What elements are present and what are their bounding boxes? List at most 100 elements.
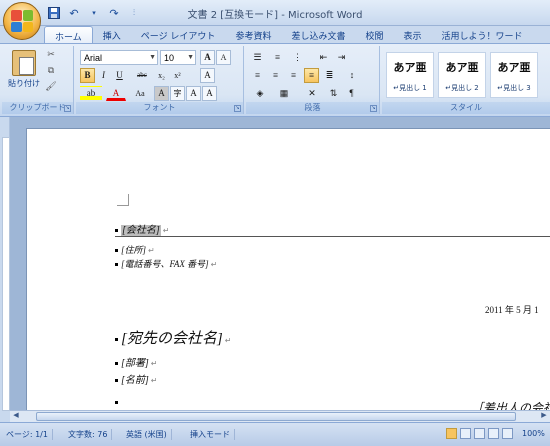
align-left-icon[interactable]: ≡: [250, 68, 265, 83]
character-border-button[interactable]: A: [202, 86, 217, 101]
increase-indent-icon[interactable]: ⇥: [334, 50, 349, 65]
address-field[interactable]: [住所]: [121, 245, 146, 255]
address-line[interactable]: [住所] ↵: [115, 243, 155, 256]
draft-view-icon[interactable]: [502, 428, 513, 439]
department-field[interactable]: [部署]: [121, 358, 149, 369]
font-color-button[interactable]: A: [106, 86, 126, 101]
tab-page-layout[interactable]: ページ レイアウト: [131, 26, 226, 44]
multilevel-list-icon[interactable]: ⋮: [290, 50, 305, 65]
justify-icon[interactable]: ≡: [304, 68, 319, 83]
show-marks-icon[interactable]: ¶: [344, 86, 359, 101]
style-name: ↵見出し 2: [445, 84, 479, 92]
office-button[interactable]: [3, 2, 41, 40]
styles-group: あア亜 ↵見出し 1 あア亜 ↵見出し 2 あア亜 ↵見出し 3 スタイル: [382, 46, 550, 114]
tab-references[interactable]: 参考資料: [225, 26, 281, 44]
tab-mailings[interactable]: 差し込み文書: [281, 26, 355, 44]
outline-view-icon[interactable]: [488, 428, 499, 439]
page-indicator[interactable]: ページ: 1/1: [2, 429, 53, 440]
font-group: Arial ▼ 10 ▼ A A B I U abc x₂ x² A ab A Aa…: [76, 46, 244, 114]
highlight-button[interactable]: ab: [80, 86, 102, 101]
copy-icon[interactable]: ⧉: [44, 66, 58, 80]
style-heading-2[interactable]: あア亜 ↵見出し 2: [438, 52, 486, 98]
ribbon: 貼り付け ✂ ⧉ 🖌 クリップボード ↘ Arial ▼ 10 ▼ A A B I …: [0, 43, 550, 117]
change-case-button[interactable]: Aa: [130, 86, 150, 101]
borders-icon[interactable]: ▦: [274, 86, 294, 101]
paragraph-mark: ↵: [210, 260, 218, 269]
scroll-thumb[interactable]: [36, 412, 516, 421]
company-line[interactable]: [会社名] ↵: [115, 221, 170, 236]
language-indicator[interactable]: 英語 (米国): [122, 429, 172, 440]
character-shading-button[interactable]: A: [154, 86, 169, 101]
horizontal-scrollbar[interactable]: ◀ ▶: [10, 410, 550, 422]
shrink-font-button[interactable]: A: [216, 50, 231, 65]
numbering-icon[interactable]: ≡: [270, 50, 285, 65]
tab-view[interactable]: 表示: [393, 26, 431, 44]
bullets-icon[interactable]: ☰: [250, 50, 265, 65]
tab-insert[interactable]: 挿入: [93, 26, 131, 44]
italic-button[interactable]: I: [96, 68, 111, 83]
web-layout-view-icon[interactable]: [474, 428, 485, 439]
enclose-characters-button[interactable]: 字: [170, 86, 185, 101]
dialog-launcher-icon[interactable]: ↘: [64, 105, 71, 112]
bold-button[interactable]: B: [80, 68, 95, 83]
document-page[interactable]: [会社名] ↵ [住所] ↵ [電話番号、FAX 番号] ↵ 2011 年 5 月 1…: [26, 128, 550, 410]
subscript-button[interactable]: x₂: [154, 68, 169, 83]
font-name-field[interactable]: Arial ▼: [80, 50, 158, 65]
full-screen-view-icon[interactable]: [460, 428, 471, 439]
phone-field[interactable]: [電話番号、FAX 番号]: [121, 259, 209, 269]
phonetic-guide-button[interactable]: A: [186, 86, 201, 101]
underline-button[interactable]: U: [112, 68, 127, 83]
recipient-company-line[interactable]: [宛先の会社名] ↵: [115, 327, 231, 348]
department-line[interactable]: [部署] ↵: [115, 354, 158, 369]
paragraph-bullet: [115, 362, 118, 366]
style-heading-1[interactable]: あア亜 ↵見出し 1: [386, 52, 434, 98]
styles-group-label: スタイル: [382, 102, 550, 114]
paste-button[interactable]: 貼り付け: [8, 50, 40, 100]
empty-line[interactable]: [115, 397, 121, 408]
format-painter-icon[interactable]: 🖌: [44, 82, 58, 96]
superscript-button[interactable]: x²: [170, 68, 185, 83]
paragraph-bullet: [115, 229, 118, 233]
shading-icon[interactable]: ◈: [250, 86, 270, 101]
align-right-icon[interactable]: ≡: [286, 68, 301, 83]
vertical-ruler: [0, 117, 10, 411]
company-field[interactable]: [会社名]: [121, 225, 161, 236]
scroll-right-icon[interactable]: ▶: [538, 411, 550, 422]
font-size-field[interactable]: 10 ▼: [160, 50, 196, 65]
recipient-company-field[interactable]: [宛先の会社名]: [121, 331, 223, 347]
style-heading-3[interactable]: あア亜 ↵見出し 3: [490, 52, 538, 98]
name-line[interactable]: [名前] ↵: [115, 371, 158, 386]
decrease-indent-icon[interactable]: ⇤: [316, 50, 331, 65]
clear-formatting-button[interactable]: A: [200, 68, 215, 83]
dialog-launcher-icon[interactable]: ↘: [370, 105, 377, 112]
font-size-value: 10: [164, 53, 175, 63]
strikethrough-button[interactable]: abc: [132, 68, 152, 83]
word-count[interactable]: 文字数: 76: [64, 429, 113, 440]
cut-icon[interactable]: ✂: [44, 50, 58, 64]
tab-review[interactable]: 校閲: [355, 26, 393, 44]
header-rule: [115, 236, 550, 237]
align-center-icon[interactable]: ≡: [268, 68, 283, 83]
clipboard-group: 貼り付け ✂ ⧉ 🖌 クリップボード ↘: [2, 46, 74, 114]
print-layout-view-icon[interactable]: [446, 428, 457, 439]
name-field[interactable]: [名前]: [121, 375, 149, 386]
clipboard-group-label: クリップボード: [2, 102, 73, 114]
sort-icon[interactable]: ⇅: [326, 86, 341, 101]
date-line[interactable]: 2011 年 5 月 1: [485, 303, 539, 316]
style-name: ↵見出し 3: [497, 84, 531, 92]
line-spacing-icon[interactable]: ↕: [342, 68, 362, 83]
tab-katsuyou-word[interactable]: 活用しよう！ワード: [432, 26, 533, 44]
asian-layout-icon[interactable]: ✕: [302, 86, 322, 101]
distributed-icon[interactable]: ≣: [322, 68, 337, 83]
scroll-left-icon[interactable]: ◀: [10, 411, 22, 422]
sender-company-partial[interactable]: ［差出人の会社: [471, 399, 550, 410]
paragraph-mark: ↵: [148, 246, 155, 255]
zoom-level[interactable]: 100%: [518, 429, 549, 438]
paragraph-bullet: [115, 249, 118, 253]
phone-line[interactable]: [電話番号、FAX 番号] ↵: [115, 257, 217, 270]
tab-home[interactable]: ホーム: [44, 26, 93, 44]
grow-font-button[interactable]: A: [200, 50, 215, 65]
status-bar: ページ: 1/1 文字数: 76 英語 (米国) 挿入モード 100%: [0, 422, 550, 446]
insert-mode-indicator[interactable]: 挿入モード: [186, 429, 235, 440]
dialog-launcher-icon[interactable]: ↘: [234, 105, 241, 112]
